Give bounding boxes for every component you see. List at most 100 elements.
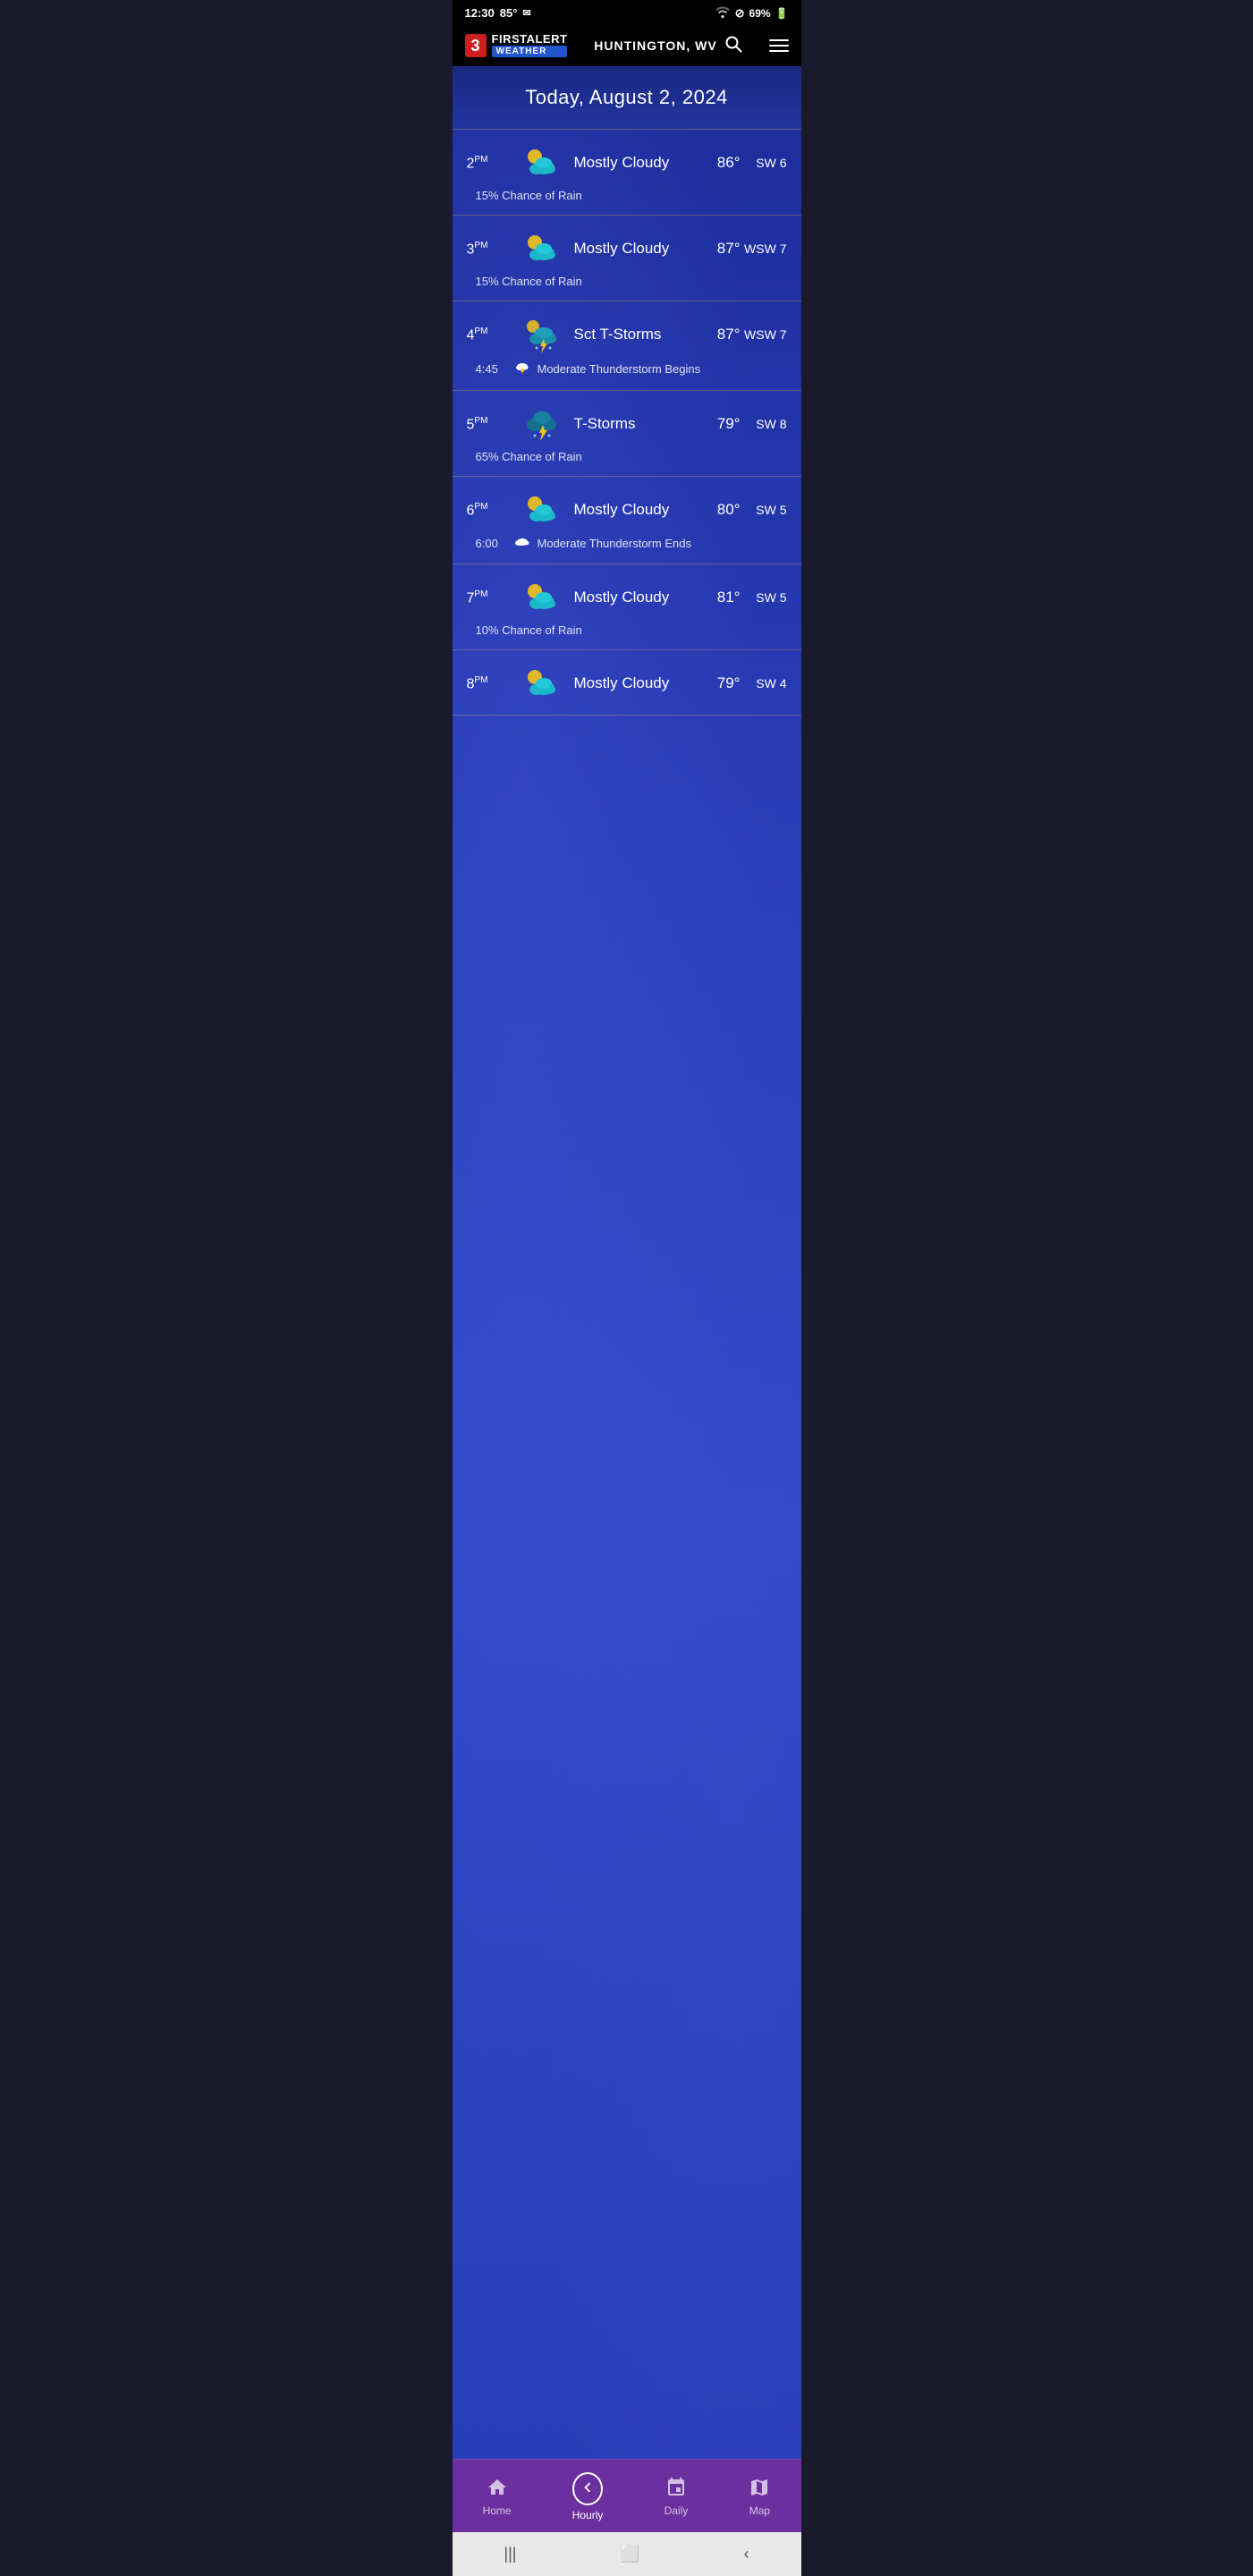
hourly-main: 7PM Mostly Cloudy 81° SW 5 [467,579,787,616]
app-logo: 3 FIRSTALERT WEATHER [465,33,568,57]
hour-temp: 87° [694,240,741,258]
hourly-main: 2PM Mostly Cloudy 86° SW 6 [467,144,787,182]
detail-text: 15% Chance of Rain [476,189,582,202]
hourly-detail: 15% Chance of Rain [467,189,787,202]
date-text: Today, August 2, 2024 [525,86,728,108]
hour-wind: WSW 7 [741,242,787,256]
hour-time: 3PM [467,241,513,258]
status-time: 12:30 [465,6,495,20]
hour-wind: SW 4 [741,676,787,691]
weather-icon-sct-tstorm [519,316,565,353]
nav-home-label: Home [483,2504,512,2517]
hourly-row: 5PM T-Storms 79° SW 8 65% Chance of Rain [453,391,801,477]
hourly-row: 2PM Mostly Cloudy 86° SW 6 15% Chance of… [453,130,801,216]
weather-icon-mostly-cloudy-day [519,579,565,616]
map-icon [749,2477,770,2501]
hourly-detail: 65% Chance of Rain [467,450,787,463]
system-home-square[interactable]: ⬜ [620,2545,639,2563]
nav-daily-label: Daily [665,2504,689,2517]
nav-hourly-label: Hourly [572,2509,604,2521]
status-bar: 12:30 85° ✉ ⊘ 69% 🔋 [453,0,801,26]
hour-time: 5PM [467,416,513,433]
weather-icon-mostly-cloudy-day [519,491,565,529]
hour-wind: SW 5 [741,503,787,517]
hour-time: 8PM [467,675,513,692]
wifi-icon [715,5,731,21]
hour-description: Sct T-Storms [574,326,694,343]
system-back-lines[interactable]: ||| [504,2545,516,2563]
daily-icon [665,2477,687,2501]
detail-text: Moderate Thunderstorm Begins [538,362,701,376]
detail-text: Moderate Thunderstorm Ends [538,537,691,550]
hour-time: 6PM [467,502,513,519]
hour-description: Mostly Cloudy [574,589,694,606]
status-notification-icon: ✉ [522,7,530,19]
detail-text: 65% Chance of Rain [476,450,582,463]
battery-percent: 69% [749,7,771,20]
hourly-main: 5PM T-Storms 79° SW 8 [467,405,787,443]
weather-content: 2PM Mostly Cloudy 86° SW 6 15% Chance of… [453,130,801,2459]
hourly-main: 6PM Mostly Cloudy 80° SW 5 [467,491,787,529]
dnd-icon: ⊘ [735,6,745,21]
menu-button[interactable] [769,39,789,52]
hour-wind: WSW 7 [741,327,787,342]
hourly-detail: 15% Chance of Rain [467,275,787,288]
hourly-main: 4PM Sct T-Storms 87° WSW 7 [467,316,787,353]
system-back-arrow[interactable]: ‹ [744,2545,749,2563]
location-text: HUNTINGTON, WV [594,38,716,53]
logo-first-alert: FIRSTALERT [492,33,568,46]
hour-time: 7PM [467,589,513,606]
hour-description: Mostly Cloudy [574,240,694,258]
logo-number: 3 [465,34,487,57]
app-header: 3 FIRSTALERT WEATHER HUNTINGTON, WV [453,26,801,66]
detail-time: 4:45 [476,362,507,376]
weather-icon-mostly-cloudy-day [519,665,565,702]
hourly-detail: 4:45 Moderate Thunderstorm Begins [467,360,787,377]
nav-map-label: Map [749,2504,770,2517]
nav-home[interactable]: Home [469,2473,526,2521]
hourly-main: 3PM Mostly Cloudy 87° WSW 7 [467,230,787,267]
detail-time: 6:00 [476,537,507,550]
hour-temp: 87° [694,326,741,343]
hourly-main: 8PM Mostly Cloudy 79° SW 4 [467,665,787,702]
detail-weather-icon [514,536,530,551]
header-location[interactable]: HUNTINGTON, WV [594,35,741,55]
bottom-nav: Home Hourly Daily Map [453,2459,801,2532]
hour-time: 2PM [467,155,513,172]
hour-description: Mostly Cloudy [574,501,694,519]
hourly-list: 2PM Mostly Cloudy 86° SW 6 15% Chance of… [453,130,801,716]
hour-description: T-Storms [574,415,694,433]
weather-icon-mostly-cloudy-day [519,144,565,182]
hour-description: Mostly Cloudy [574,674,694,692]
weather-icon-tstorm [519,405,565,443]
hour-temp: 80° [694,501,741,519]
logo-weather: WEATHER [492,46,568,57]
logo-text: FIRSTALERT WEATHER [492,33,568,57]
hour-wind: SW 8 [741,417,787,431]
hour-time: 4PM [467,326,513,343]
system-nav: ||| ⬜ ‹ [453,2532,801,2576]
hour-wind: SW 6 [741,156,787,170]
hourly-detail: 6:00 Moderate Thunderstorm Ends [467,536,787,551]
weather-icon-mostly-cloudy-day [519,230,565,267]
hourly-row: 7PM Mostly Cloudy 81° SW 5 10% Chance of… [453,564,801,650]
date-header: Today, August 2, 2024 [453,66,801,130]
home-icon [487,2477,508,2501]
hourly-row: 4PM Sct T-Storms 87° WSW 7 4:45 [453,301,801,391]
hourly-row: 8PM Mostly Cloudy 79° SW 4 [453,650,801,716]
hourly-row: 6PM Mostly Cloudy 80° SW 5 6:00 [453,477,801,564]
search-icon[interactable] [724,35,742,55]
battery-icon: 🔋 [775,7,789,20]
hour-temp: 79° [694,415,741,433]
hourly-row: 3PM Mostly Cloudy 87° WSW 7 15% Chance o… [453,216,801,301]
detail-text: 15% Chance of Rain [476,275,582,288]
nav-map[interactable]: Map [734,2473,784,2521]
hourly-detail: 10% Chance of Rain [467,623,787,637]
detail-weather-icon [514,360,530,377]
hour-temp: 86° [694,154,741,172]
hour-temp: 79° [694,674,741,692]
nav-daily[interactable]: Daily [650,2473,703,2521]
nav-hourly[interactable]: Hourly [558,2469,618,2525]
hour-description: Mostly Cloudy [574,154,694,172]
hour-temp: 81° [694,589,741,606]
